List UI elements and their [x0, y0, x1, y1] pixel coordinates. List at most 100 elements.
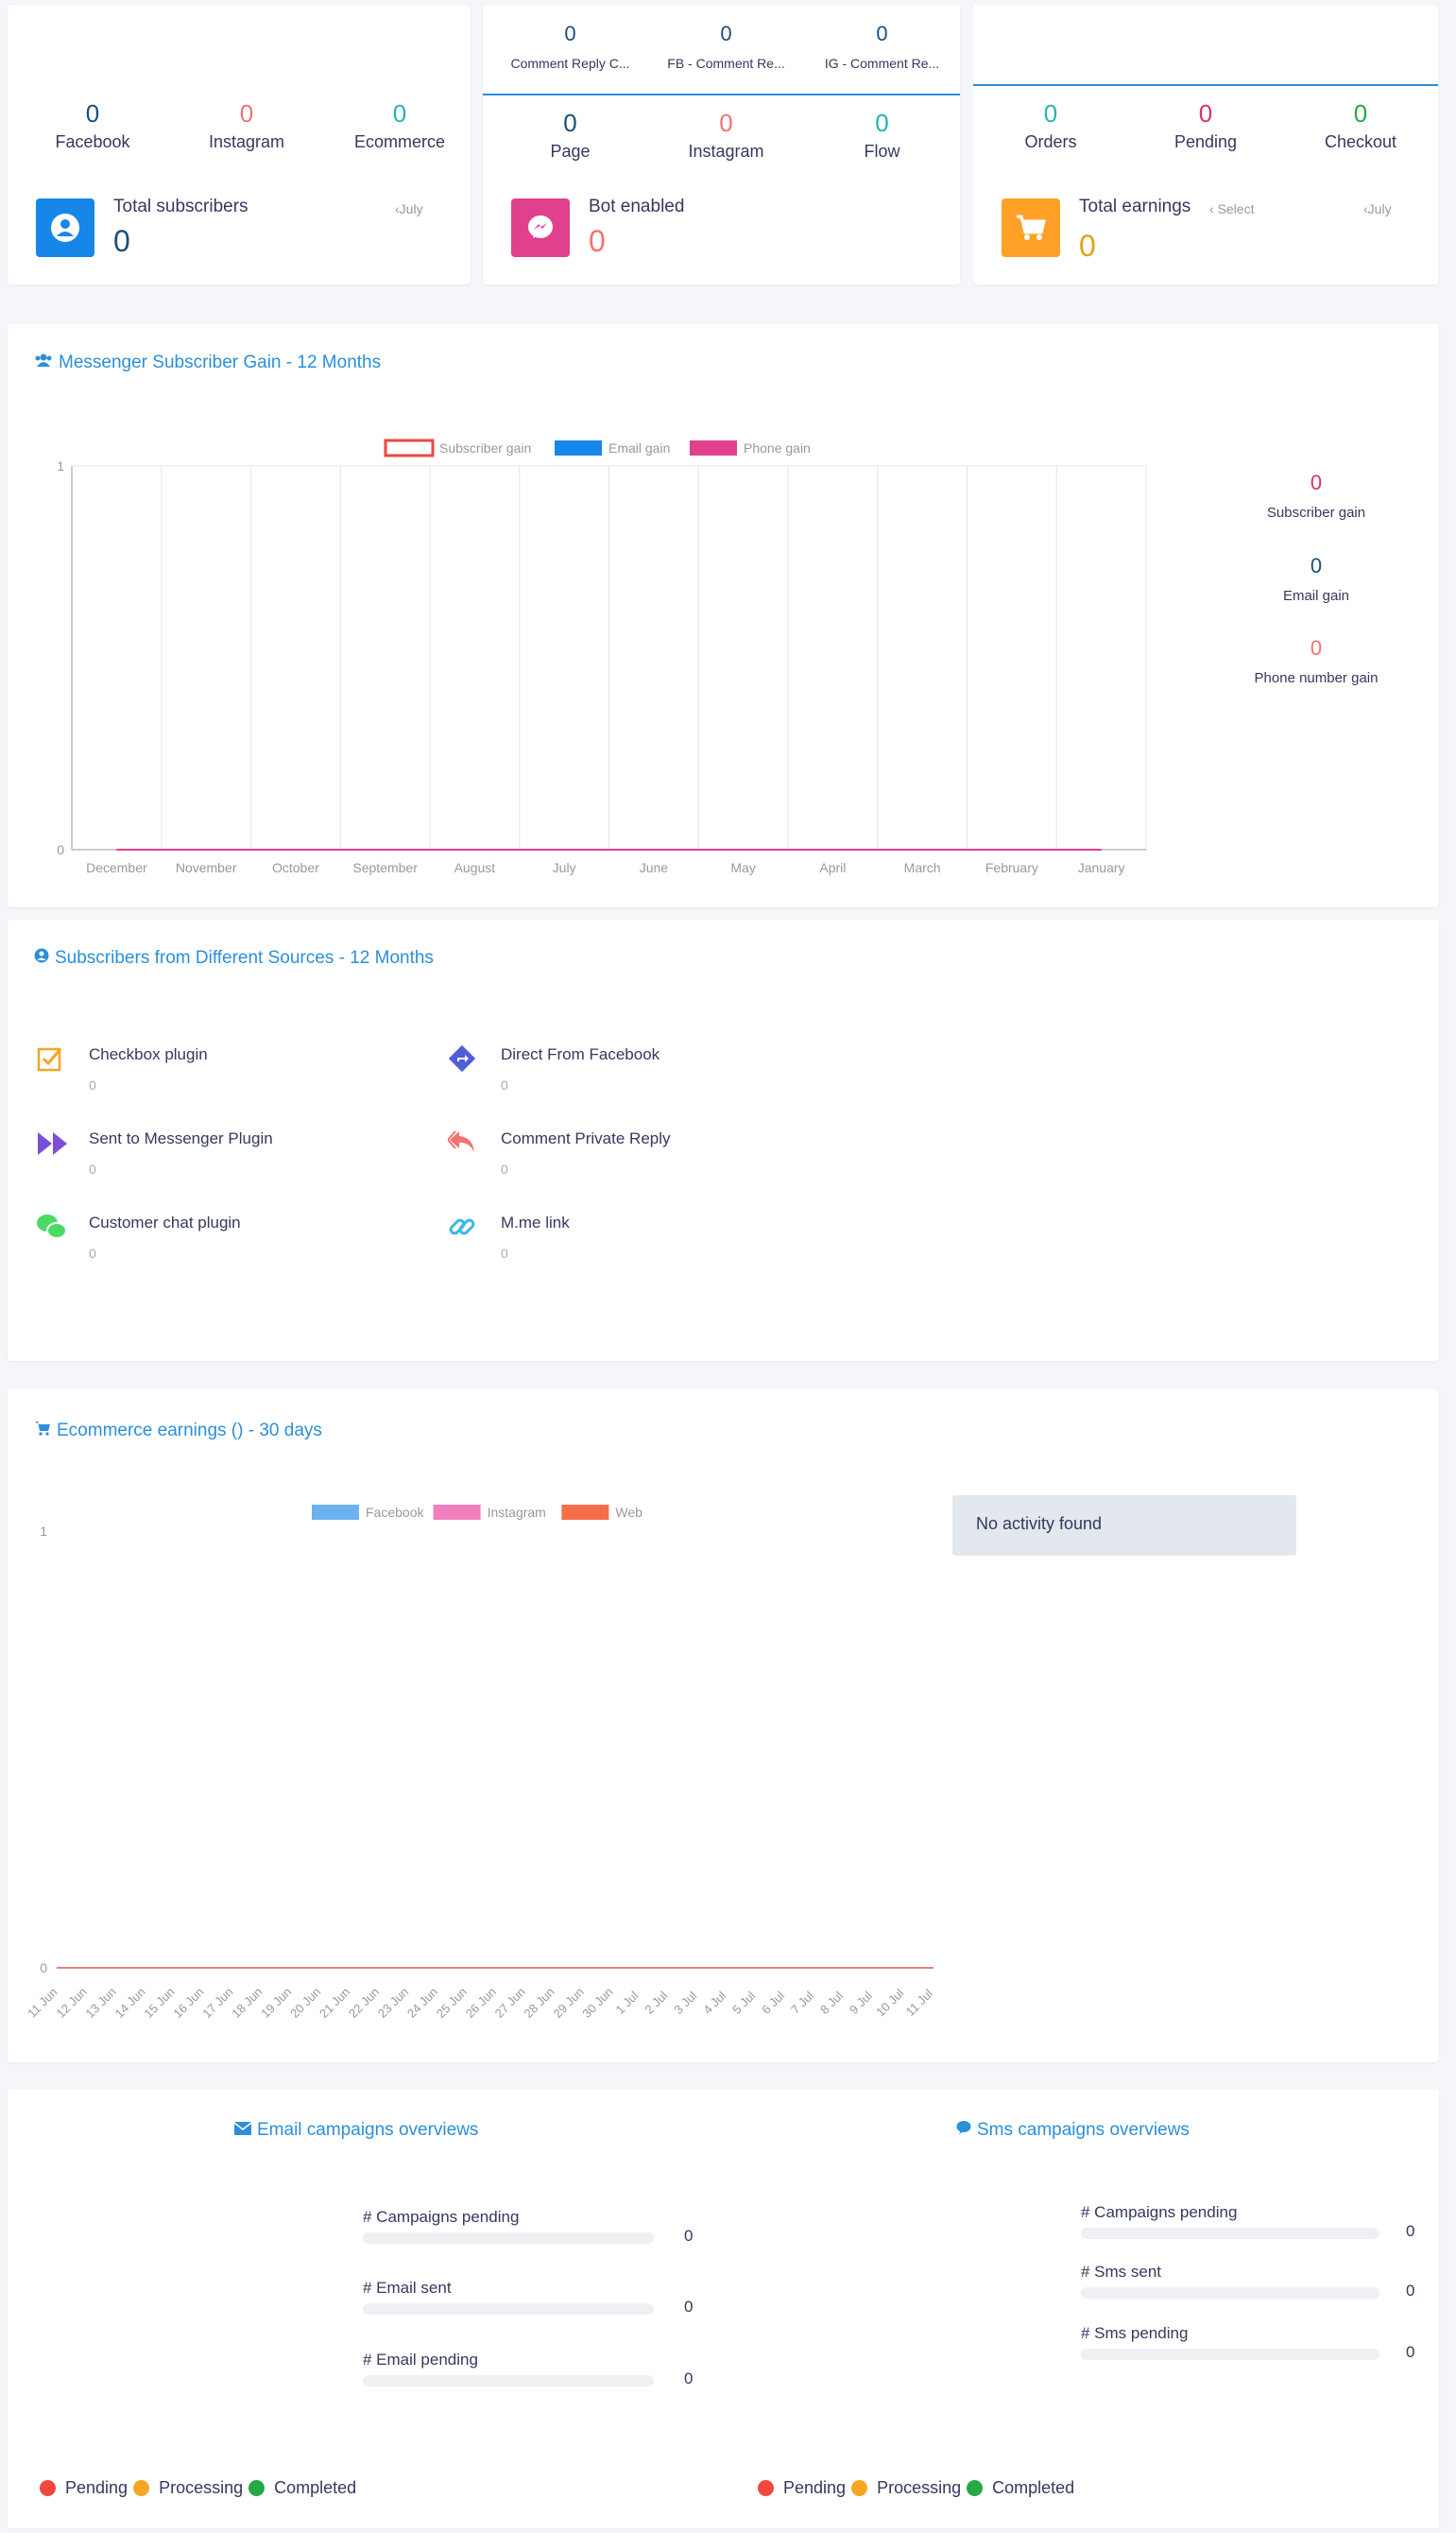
email-bar-value: 0: [684, 2369, 694, 2387]
email-sent-bar: [363, 2303, 654, 2315]
email-campaigns-pending-bar: [363, 2232, 654, 2244]
stat-instagram: 0 Instagram: [180, 99, 313, 152]
completed-dot-icon: [248, 2480, 266, 2496]
x-tick-label: 5 Jul: [729, 1989, 758, 2017]
x-tick-label: October: [272, 860, 319, 875]
y-tick-label: 1: [40, 1524, 47, 1539]
x-tick-label: 7 Jul: [788, 1989, 816, 2017]
tab-ig-comment[interactable]: 0 IG - Comment Re...: [804, 22, 960, 71]
x-tick-label: June: [640, 860, 669, 875]
source-label: Direct From Facebook: [501, 1045, 660, 1063]
legend-swatch: [384, 439, 435, 457]
x-tick-label: 30 Jun: [579, 1985, 615, 2021]
x-tick-label: 27 Jun: [492, 1985, 528, 2021]
processing-dot-icon: [133, 2480, 150, 2496]
stat-value: 0: [392, 99, 407, 128]
subscriber-gain-chart: Subscriber gain Email gain Phone gain 0 1 Dec…: [57, 439, 1147, 875]
tab-fb-comment[interactable]: 0 FB - Comment Re...: [648, 22, 804, 71]
link-icon: [448, 1213, 476, 1246]
source-label: M.me link: [501, 1214, 570, 1232]
x-tick-label: 17 Jun: [199, 1985, 235, 2021]
email-status-legend: Pending Processing Completed: [40, 2478, 356, 2498]
source-label: Customer chat plugin: [89, 1214, 241, 1232]
stat-value: 0: [85, 99, 100, 128]
completed-dot-icon: [967, 2480, 984, 2496]
stat-value: 0: [1043, 99, 1058, 128]
x-tick-label: 14 Jun: [112, 1985, 148, 2021]
side-stat-phone-gain: 0 Phone number gain: [1198, 636, 1434, 686]
x-tick-label: 16 Jun: [170, 1985, 206, 2021]
card-value: 0: [113, 224, 130, 258]
source-label: Checkbox plugin: [89, 1045, 208, 1063]
x-tick-label: 8 Jul: [817, 1989, 846, 2017]
source-label: Sent to Messenger Plugin: [89, 1129, 273, 1147]
source-value: 0: [501, 1162, 508, 1177]
legend-label: Email gain: [608, 440, 670, 456]
x-tick-label: 6 Jul: [759, 1989, 787, 2017]
period-select[interactable]: ‹ Select: [1209, 201, 1254, 216]
stat-value: 0: [1353, 99, 1368, 128]
sms-bar-value: 0: [1406, 2282, 1415, 2300]
stat-value: 0: [875, 109, 889, 137]
x-tick-label: November: [176, 860, 237, 875]
source-value: 0: [501, 1077, 508, 1093]
tab-comment-reply[interactable]: 0 Comment Reply C...: [492, 22, 648, 71]
stat-value: 0: [719, 109, 733, 137]
reply-all-icon: [446, 1128, 478, 1161]
x-tick-label: 1 Jul: [612, 1989, 641, 2017]
chat-bubbles-icon: [36, 1213, 68, 1246]
user-circle-icon: [34, 948, 49, 969]
x-tick-label: 23 Jun: [375, 1985, 411, 2021]
sms-pending-bar: [1081, 2349, 1379, 2360]
cart-icon: [1002, 198, 1060, 257]
month-selector[interactable]: ‹July: [1363, 201, 1392, 216]
stat-label: Page: [550, 142, 591, 161]
card-title: Bot enabled: [589, 197, 685, 216]
email-bar-label: # Email sent: [363, 2279, 452, 2297]
tab-label: FB - Comment Re...: [667, 56, 785, 71]
legend-label: Pending: [783, 2478, 847, 2497]
x-tick-label: 3 Jul: [671, 1989, 699, 2017]
email-pending-bar: [363, 2375, 654, 2387]
pending-dot-icon: [758, 2480, 774, 2496]
sms-campaigns-pending-bar: [1081, 2228, 1379, 2239]
stat-value: 0: [563, 109, 577, 137]
x-tick-label: July: [553, 860, 576, 875]
sms-bar-label: # Sms pending: [1081, 2324, 1189, 2342]
section-title-text: Email campaigns overviews: [257, 2120, 479, 2140]
month-selector[interactable]: ‹July: [395, 201, 423, 216]
month-label: July: [399, 201, 423, 216]
legend-label: Completed: [274, 2478, 357, 2497]
legend-label: Subscriber gain: [439, 440, 531, 456]
sms-bar-label: # Campaigns pending: [1081, 2203, 1238, 2221]
legend-label: Processing: [877, 2478, 962, 2497]
stat-label: Instagram: [208, 132, 285, 151]
side-stat-label: Subscriber gain: [1266, 505, 1366, 521]
envelope-icon: [233, 2120, 252, 2141]
card-divider: [973, 84, 1438, 86]
messenger-icon: [511, 198, 570, 257]
stat-page: 0 Page: [492, 109, 648, 162]
tab-value: 0: [876, 22, 888, 45]
x-tick-label: 15 Jun: [141, 1985, 177, 2021]
legend-swatch: [433, 1505, 481, 1520]
email-bar-label: # Email pending: [363, 2351, 478, 2369]
side-stat-label: Phone number gain: [1254, 670, 1379, 686]
source-value: 0: [89, 1246, 96, 1261]
x-tick-label: 12 Jun: [54, 1985, 90, 2021]
sms-status-legend: Pending Processing Completed: [758, 2478, 1074, 2498]
legend-label: Web: [615, 1505, 642, 1520]
sms-bar-label: # Sms sent: [1081, 2263, 1162, 2281]
x-tick-label: 25 Jun: [434, 1985, 470, 2021]
section-title: Subscribers from Different Sources - 12 …: [34, 948, 434, 969]
section-title-text: Sms campaigns overviews: [977, 2120, 1190, 2140]
x-tick-label: April: [819, 860, 846, 875]
x-tick-label: 24 Jun: [404, 1985, 440, 2021]
sms-campaigns-title: Sms campaigns overviews: [956, 2120, 1190, 2141]
sms-bar-value: 0: [1406, 2222, 1415, 2240]
sources-card: Subscribers from Different Sources - 12 …: [8, 920, 1439, 1361]
y-tick-label: 1: [57, 458, 64, 474]
side-stat-value: 0: [1310, 554, 1323, 577]
bot-enabled-card: 0 Comment Reply C... 0 FB - Comment Re..…: [483, 5, 960, 284]
x-tick-label: 10 Jul: [873, 1986, 906, 2019]
